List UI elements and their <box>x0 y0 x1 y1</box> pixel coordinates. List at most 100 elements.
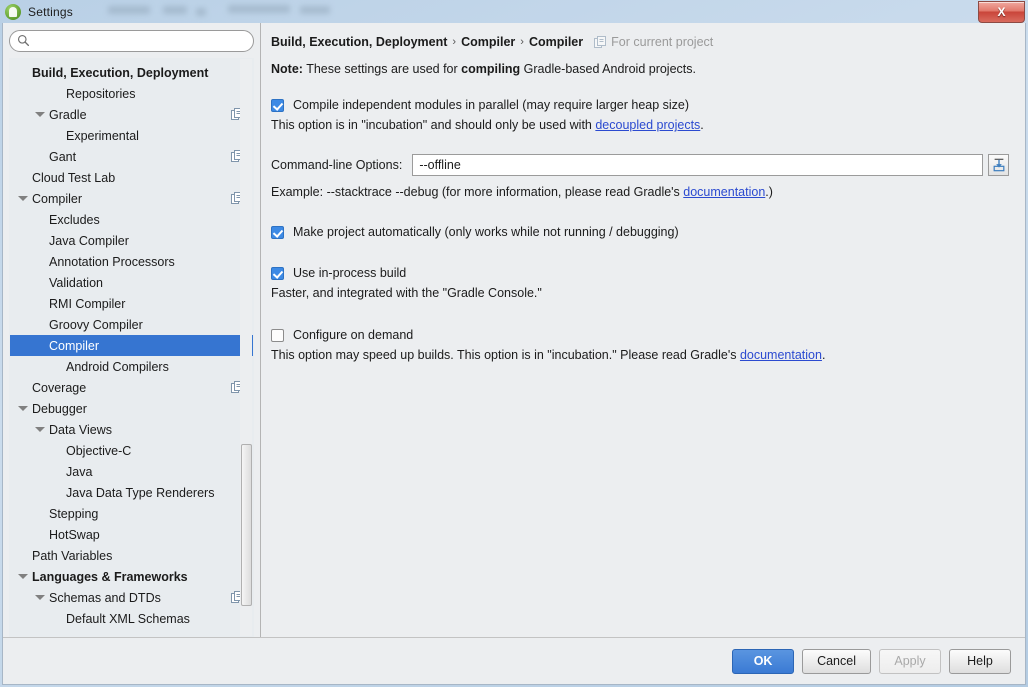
checkbox-compile-parallel[interactable] <box>271 99 284 112</box>
tree-scrollbar-thumb[interactable] <box>241 444 252 606</box>
settings-sidebar: Build, Execution, Deployment Repositories… <box>3 23 261 637</box>
sidebar-item-label: Gant <box>49 149 77 164</box>
desc-after-configure-on-demand: . <box>821 348 826 362</box>
scope-note-label: For current project <box>611 35 714 49</box>
sidebar-item-objective-c[interactable]: Objective-C <box>10 440 253 461</box>
sidebar-item-repositories[interactable]: Repositories <box>10 83 253 104</box>
sidebar-item-gant[interactable]: Gant <box>10 146 253 167</box>
sidebar-item-label: Default XML Schemas <box>66 611 190 626</box>
sidebar-item-annotation-processors[interactable]: Annotation Processors <box>10 251 253 272</box>
option-desc-compile-parallel: This option is in "incubation" and shoul… <box>271 117 1009 134</box>
note-prefix: Note: <box>271 62 303 76</box>
example-after: .) <box>765 185 773 199</box>
sidebar-item-label: Experimental <box>66 128 139 143</box>
cancel-button[interactable]: Cancel <box>802 648 871 674</box>
sidebar-item-excludes[interactable]: Excludes <box>10 209 253 230</box>
settings-tree-list: Build, Execution, Deployment Repositories… <box>10 59 253 636</box>
title-bar: Settings X <box>0 0 1028 23</box>
command-line-options-input[interactable] <box>412 154 983 176</box>
sidebar-item-label: Path Variables <box>32 548 113 563</box>
breadcrumb-separator-2: › <box>520 36 524 48</box>
option-desc-configure-on-demand: This option may speed up builds. This op… <box>271 347 1009 364</box>
example-before: Example: --stacktrace --debug (for more … <box>271 185 684 199</box>
option-compile-parallel[interactable]: Compile independent modules in parallel … <box>271 98 1009 113</box>
sidebar-item-validation[interactable]: Validation <box>10 272 253 293</box>
sidebar-item-java-data-type-renderers[interactable]: Java Data Type Renderers <box>10 482 253 503</box>
sidebar-item-compiler[interactable]: Compiler <box>10 188 253 209</box>
sidebar-item-label: Coverage <box>32 380 87 395</box>
sidebar-item-experimental[interactable]: Experimental <box>10 125 253 146</box>
option-label-make-project-automatically: Make project automatically (only works w… <box>293 225 679 239</box>
option-label-compile-parallel: Compile independent modules in parallel … <box>293 98 690 112</box>
chevron-down-icon[interactable] <box>18 196 28 201</box>
sidebar-item-label: RMI Compiler <box>49 296 126 311</box>
link-gradle-documentation-2[interactable]: documentation <box>740 348 822 362</box>
search-wrapper <box>9 30 254 52</box>
sidebar-item-hotswap[interactable]: HotSwap <box>10 524 253 545</box>
close-button[interactable]: X <box>978 1 1025 23</box>
compiler-note: Note: These settings are used for compil… <box>271 62 1009 76</box>
tree-scrollbar[interactable] <box>240 59 252 636</box>
sidebar-item-compiler[interactable]: Compiler <box>10 335 253 356</box>
expand-editor-button[interactable] <box>988 154 1009 176</box>
sidebar-item-gradle[interactable]: Gradle <box>10 104 253 125</box>
sidebar-item-coverage[interactable]: Coverage <box>10 377 253 398</box>
sidebar-item-debugger[interactable]: Debugger <box>10 398 253 419</box>
command-line-options-row: Command-line Options: <box>271 154 1009 176</box>
sidebar-item-schemas-and-dtds[interactable]: Schemas and DTDs <box>10 587 253 608</box>
option-desc-use-in-process-build: Faster, and integrated with the "Gradle … <box>271 286 542 300</box>
sidebar-item-build-execution-deployment[interactable]: Build, Execution, Deployment <box>10 62 253 83</box>
option-use-in-process-build[interactable]: Use in-process build <box>271 266 1009 281</box>
breadcrumb-item-1[interactable]: Build, Execution, Deployment <box>271 35 447 49</box>
sidebar-item-default-xml-schemas[interactable]: Default XML Schemas <box>10 608 253 629</box>
sidebar-item-label: Gradle <box>49 107 87 122</box>
sidebar-item-android-compilers[interactable]: Android Compilers <box>10 356 253 377</box>
chevron-down-icon[interactable] <box>35 427 45 432</box>
help-button[interactable]: Help <box>949 648 1011 674</box>
breadcrumb: Build, Execution, Deployment › Compiler … <box>271 35 1009 49</box>
sidebar-item-java[interactable]: Java <box>10 461 253 482</box>
sidebar-item-label: Java <box>66 464 93 479</box>
sidebar-item-languages-frameworks[interactable]: Languages & Frameworks <box>10 566 253 587</box>
chevron-down-icon[interactable] <box>35 595 45 600</box>
link-gradle-documentation-1[interactable]: documentation <box>683 185 765 199</box>
sidebar-item-label: Compiler <box>49 338 100 353</box>
chevron-down-icon[interactable] <box>18 406 28 411</box>
ok-button[interactable]: OK <box>732 648 795 674</box>
sidebar-item-data-views[interactable]: Data Views <box>10 419 253 440</box>
option-make-project-automatically[interactable]: Make project automatically (only works w… <box>271 225 1009 240</box>
sidebar-item-stepping[interactable]: Stepping <box>10 503 253 524</box>
sidebar-item-label: Stepping <box>49 506 99 521</box>
option-label-use-in-process-build: Use in-process build <box>293 266 407 280</box>
sidebar-item-groovy-compiler[interactable]: Groovy Compiler <box>10 314 253 335</box>
chevron-down-icon[interactable] <box>18 574 28 579</box>
android-studio-icon <box>5 3 21 20</box>
dialog-footer: OK Cancel Apply Help <box>3 637 1025 684</box>
sidebar-item-label: Debugger <box>32 401 87 416</box>
sidebar-item-label: Compiler <box>32 191 83 206</box>
note-text-b: Gradle-based Android projects. <box>520 62 696 76</box>
sidebar-item-rmi-compiler[interactable]: RMI Compiler <box>10 293 253 314</box>
search-input[interactable] <box>9 30 254 52</box>
apply-button: Apply <box>879 648 941 674</box>
link-decoupled-projects[interactable]: decoupled projects <box>595 118 700 132</box>
sidebar-item-label: Objective-C <box>66 443 132 458</box>
note-emphasis: compiling <box>461 62 521 76</box>
sidebar-item-label: Excludes <box>49 212 100 227</box>
option-configure-on-demand[interactable]: Configure on demand <box>271 328 1009 343</box>
checkbox-use-in-process-build[interactable] <box>271 267 284 280</box>
sidebar-item-label: Data Views <box>49 422 112 437</box>
sidebar-item-java-compiler[interactable]: Java Compiler <box>10 230 253 251</box>
chevron-down-icon[interactable] <box>35 112 45 117</box>
sidebar-item-cloud-test-lab[interactable]: Cloud Test Lab <box>10 167 253 188</box>
breadcrumb-item-2[interactable]: Compiler <box>461 35 515 49</box>
sidebar-item-path-variables[interactable]: Path Variables <box>10 545 253 566</box>
project-scope-icon <box>594 36 607 48</box>
desc-before-configure-on-demand: This option may speed up builds. This op… <box>271 348 740 362</box>
command-line-options-label: Command-line Options: <box>271 158 403 172</box>
settings-tree: Build, Execution, Deployment Repositories… <box>9 58 254 637</box>
settings-detail-panel: Build, Execution, Deployment › Compiler … <box>261 23 1025 637</box>
checkbox-configure-on-demand[interactable] <box>271 329 284 342</box>
checkbox-make-project-automatically[interactable] <box>271 226 284 239</box>
note-text-a: These settings are used for <box>302 62 462 76</box>
